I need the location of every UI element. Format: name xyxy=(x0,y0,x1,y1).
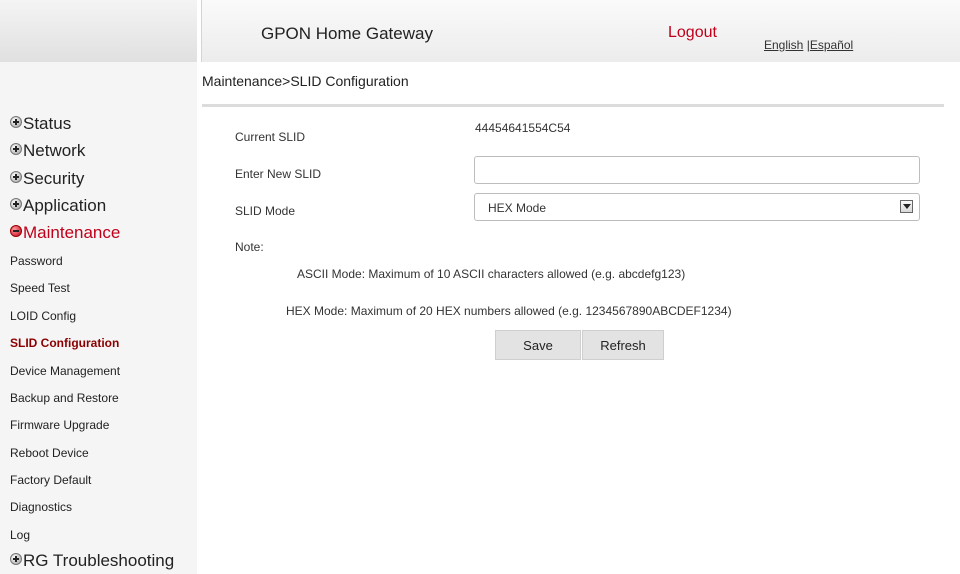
sidebar-subitem-log[interactable]: Log xyxy=(10,528,30,542)
current-slid-value: 44454641554C54 xyxy=(475,121,571,135)
sidebar-item-maintenance[interactable]: Maintenance xyxy=(10,223,120,243)
sidebar-item-label: Application xyxy=(23,196,107,215)
expand-plus-icon xyxy=(10,553,22,565)
expand-plus-icon xyxy=(10,116,22,128)
sidebar-subitem-device-management[interactable]: Device Management xyxy=(10,364,120,378)
note-ascii: ASCII Mode: Maximum of 10 ASCII characte… xyxy=(297,267,686,281)
slid-mode-label: SLID Mode xyxy=(235,204,296,218)
expand-plus-icon xyxy=(10,198,22,210)
sidebar-item-security[interactable]: Security xyxy=(10,169,84,189)
app-title: GPON Home Gateway xyxy=(261,24,433,43)
lang-espanol-link[interactable]: Español xyxy=(810,38,853,52)
lang-english-link[interactable]: English xyxy=(764,38,803,52)
sidebar-subitem-backup-and-restore[interactable]: Backup and Restore xyxy=(10,391,119,405)
sidebar-item-network[interactable]: Network xyxy=(10,141,85,161)
sidebar-item-application[interactable]: Application xyxy=(10,196,106,216)
sidebar-item-label: Network xyxy=(23,141,86,160)
sidebar-item-status[interactable]: Status xyxy=(10,114,71,134)
divider xyxy=(202,104,944,107)
current-slid-label: Current SLID xyxy=(235,130,306,144)
sidebar-subitem-diagnostics[interactable]: Diagnostics xyxy=(10,500,72,514)
logout-link[interactable]: Logout xyxy=(668,24,717,42)
sidebar-subitem-password[interactable]: Password xyxy=(10,254,63,268)
breadcrumb: Maintenance>SLID Configuration xyxy=(202,73,409,89)
chevron-down-icon[interactable] xyxy=(900,200,913,213)
sidebar-item-label: Maintenance xyxy=(23,223,121,242)
header-bar: GPON Home Gateway Logout English |Españo… xyxy=(201,0,960,62)
collapse-minus-icon xyxy=(10,225,22,237)
top-left-corner xyxy=(0,0,197,62)
sidebar-subitem-reboot-device[interactable]: Reboot Device xyxy=(10,446,89,460)
new-slid-input[interactable] xyxy=(474,156,920,184)
new-slid-label: Enter New SLID xyxy=(235,167,322,181)
expand-plus-icon xyxy=(10,171,22,183)
refresh-button[interactable]: Refresh xyxy=(582,330,664,360)
sidebar-item-label: Status xyxy=(23,114,72,133)
sidebar-item-label: Security xyxy=(23,169,85,188)
sidebar-subitem-slid-configuration[interactable]: SLID Configuration xyxy=(10,336,119,350)
sidebar-item-label: RG Troubleshooting xyxy=(23,551,175,570)
note-label: Note: xyxy=(235,240,264,254)
note-hex: HEX Mode: Maximum of 20 HEX numbers allo… xyxy=(286,304,732,318)
sidebar-subitem-speed-test[interactable]: Speed Test xyxy=(10,281,70,295)
save-button[interactable]: Save xyxy=(495,330,581,360)
expand-plus-icon xyxy=(10,143,22,155)
sidebar-subitem-loid-config[interactable]: LOID Config xyxy=(10,309,76,323)
slid-mode-selected: HEX Mode xyxy=(488,201,547,215)
slid-mode-select[interactable]: HEX Mode xyxy=(474,193,920,221)
sidebar-subitem-firmware-upgrade[interactable]: Firmware Upgrade xyxy=(10,418,109,432)
language-switcher: English |Español xyxy=(764,38,853,52)
sidebar-subitem-factory-default[interactable]: Factory Default xyxy=(10,473,91,487)
sidebar-item-rg-troubleshooting[interactable]: RG Troubleshooting xyxy=(10,551,174,571)
